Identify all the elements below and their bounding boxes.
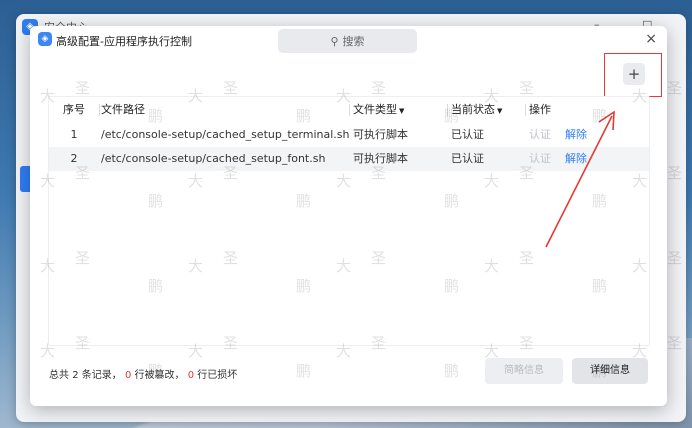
annotation-arrow — [545, 110, 615, 248]
annotation-arrow-line — [545, 115, 613, 248]
